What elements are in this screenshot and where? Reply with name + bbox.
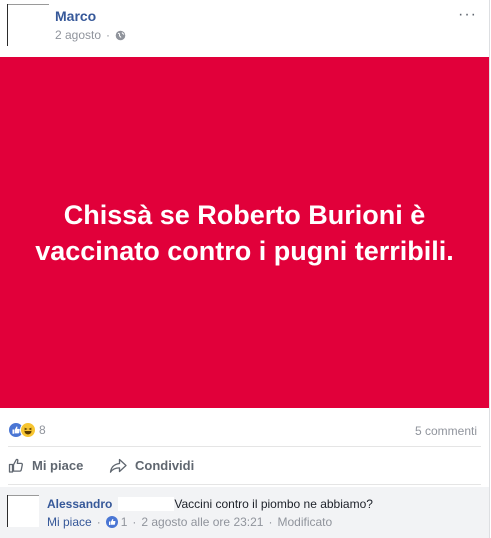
comment-like-link[interactable]: Mi piace bbox=[47, 515, 92, 529]
share-icon bbox=[109, 458, 127, 473]
comments-section: Alessandro Vaccini contro il piombo ne a… bbox=[0, 487, 489, 538]
avatar-border-top bbox=[7, 495, 39, 496]
thumbs-up-icon bbox=[8, 458, 23, 473]
comment-edited[interactable]: Modificato bbox=[277, 515, 332, 529]
meta-separator: · bbox=[106, 28, 111, 42]
avatar-border-left bbox=[7, 4, 8, 46]
share-label: Condividi bbox=[135, 458, 195, 473]
comments-count[interactable]: 5 commenti bbox=[415, 424, 477, 438]
like-icon bbox=[105, 516, 118, 528]
author-name[interactable]: Marco bbox=[55, 8, 96, 24]
post-meta: 2 agosto · bbox=[55, 28, 126, 42]
comment-author[interactable]: Alessandro bbox=[47, 497, 112, 511]
comment-meta: Mi piace · 1 · 2 agosto alle ore 23:21 ·… bbox=[47, 515, 332, 529]
post-date[interactable]: 2 agosto bbox=[55, 28, 101, 42]
reaction-count: 8 bbox=[39, 423, 46, 437]
meta-separator: · bbox=[96, 515, 101, 529]
redacted-block bbox=[118, 497, 175, 511]
reactions-summary[interactable]: 8 bbox=[8, 422, 46, 438]
author-avatar[interactable] bbox=[7, 4, 49, 46]
post-stats: 8 5 commenti bbox=[0, 418, 489, 442]
share-button[interactable]: Condividi bbox=[109, 457, 194, 474]
banner-text: Chissà se Roberto Burioni è vaccinato co… bbox=[35, 199, 454, 266]
comment-body: Alessandro Vaccini contro il piombo ne a… bbox=[47, 497, 373, 511]
like-label: Mi piace bbox=[32, 458, 84, 473]
meta-separator: · bbox=[132, 515, 137, 529]
comment-timestamp[interactable]: 2 agosto alle ore 23:21 bbox=[141, 515, 263, 529]
divider bbox=[8, 446, 481, 447]
post-header: Marco 2 agosto · ··· bbox=[0, 0, 489, 57]
comment-like-count[interactable]: 1 bbox=[121, 515, 128, 529]
post-actions: Mi piace Condividi bbox=[0, 451, 489, 483]
haha-icon bbox=[20, 422, 36, 438]
avatar-border-left bbox=[7, 495, 8, 527]
avatar-border-top bbox=[7, 4, 49, 5]
meta-separator: · bbox=[268, 515, 273, 529]
globe-icon bbox=[115, 30, 126, 41]
comment-avatar[interactable] bbox=[7, 495, 39, 527]
post-card: Marco 2 agosto · ··· Chissà se Roberto B… bbox=[0, 0, 490, 538]
divider bbox=[8, 484, 481, 485]
comment-text: Vaccini contro il piombo ne abbiamo? bbox=[174, 497, 373, 511]
post-banner: Chissà se Roberto Burioni è vaccinato co… bbox=[0, 57, 489, 408]
like-button[interactable]: Mi piace bbox=[8, 457, 83, 474]
more-options-icon[interactable]: ··· bbox=[458, 6, 477, 24]
